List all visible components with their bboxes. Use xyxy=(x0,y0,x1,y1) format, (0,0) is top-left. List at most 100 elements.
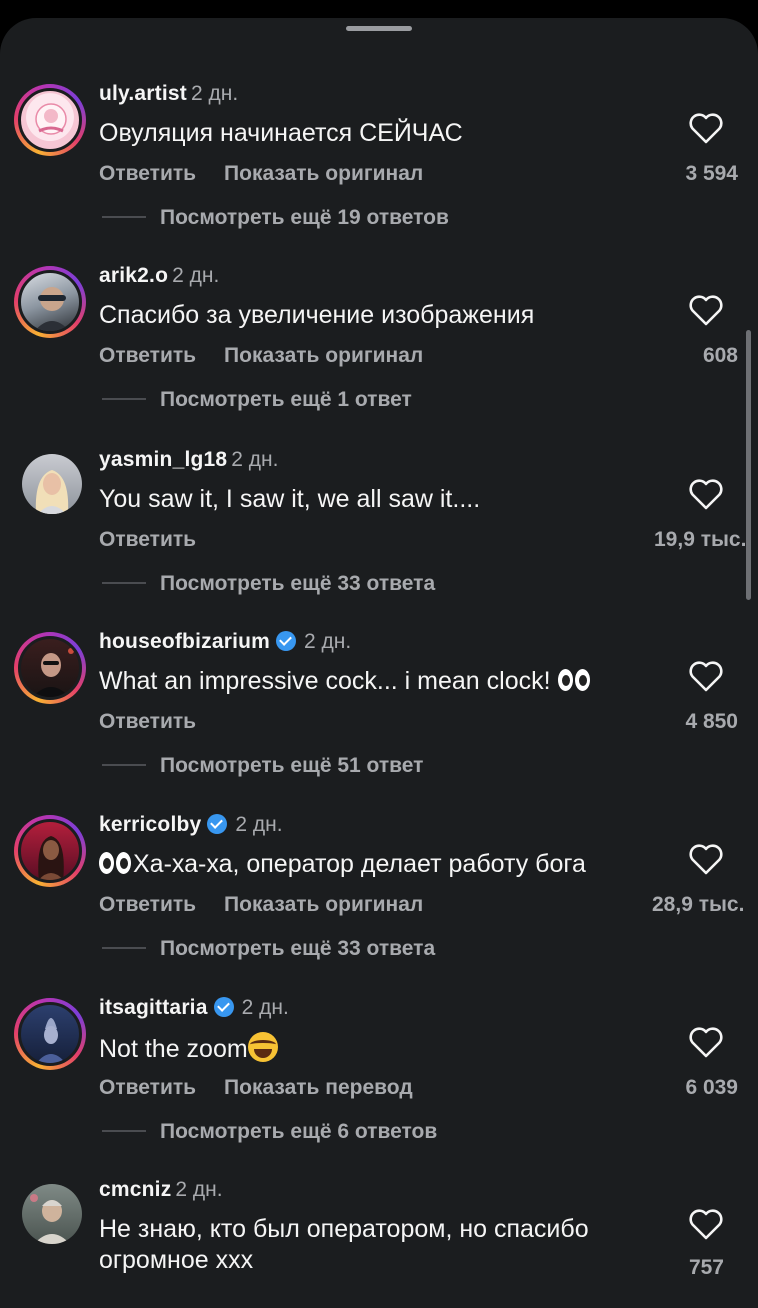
crying-emoji-icon xyxy=(247,1032,278,1062)
eyes-emoji-icon xyxy=(99,852,133,874)
scrollbar[interactable] xyxy=(746,330,751,600)
timestamp: 2 дн. xyxy=(304,630,352,653)
comment-text: Не знаю, кто был оператором, но спасибо … xyxy=(99,1215,589,1274)
verified-badge-icon xyxy=(207,814,228,834)
reply-button[interactable]: Ответить xyxy=(99,344,196,367)
comment-meta: arik2.o 2 дн. xyxy=(99,264,219,288)
heart-icon[interactable] xyxy=(688,294,724,326)
comment-text: What an impressive cock... i mean clock! xyxy=(99,666,659,697)
eyes-emoji-icon xyxy=(557,669,592,691)
avatar-photo xyxy=(38,836,64,880)
timestamp: 2 дн. xyxy=(241,996,289,1019)
like-count: 6 039 xyxy=(685,1076,738,1099)
view-replies-button[interactable]: Посмотреть ещё 6 ответов xyxy=(102,1120,437,1144)
heart-icon[interactable] xyxy=(688,1026,724,1058)
verified-badge-icon xyxy=(276,631,297,651)
avatar-photo xyxy=(34,287,70,331)
avatar[interactable] xyxy=(14,998,86,1070)
timestamp: 2 дн. xyxy=(172,264,220,287)
show-original-button[interactable]: Показать оригинал xyxy=(224,344,423,367)
comment-text: Овуляция начинается СЕЙЧАС xyxy=(99,119,463,147)
heart-icon[interactable] xyxy=(688,478,724,510)
drag-handle[interactable] xyxy=(346,26,412,31)
replies-divider xyxy=(102,1130,146,1132)
replies-divider xyxy=(102,947,146,949)
replies-divider xyxy=(102,764,146,766)
timestamp: 2 дн. xyxy=(235,813,283,836)
avatar[interactable] xyxy=(14,815,86,887)
comment-text: You saw it, I saw it, we all saw it.... xyxy=(99,485,481,513)
avatar[interactable] xyxy=(14,266,86,338)
show-original-button[interactable]: Показать оригинал xyxy=(224,893,423,916)
comment-meta: uly.artist 2 дн. xyxy=(99,82,238,106)
avatar[interactable] xyxy=(14,632,86,704)
avatar[interactable] xyxy=(14,84,86,156)
like-count: 4 850 xyxy=(685,710,738,733)
like-count: 608 xyxy=(702,344,738,367)
comment-actions: Ответить Показать оригинал xyxy=(99,344,451,368)
view-replies-button[interactable]: Посмотреть ещё 51 ответ xyxy=(102,754,423,778)
username[interactable]: cmcniz xyxy=(99,1178,171,1201)
comment-text: Not the zoom xyxy=(99,1032,659,1065)
comment-meta: houseofbizarium 2 дн. xyxy=(99,630,351,654)
replies-divider xyxy=(102,582,146,584)
avatar-photo xyxy=(35,470,69,514)
verified-badge-icon xyxy=(213,997,234,1017)
view-replies-button[interactable]: Посмотреть ещё 19 ответов xyxy=(102,206,449,230)
username[interactable]: yasmin_lg18 xyxy=(99,448,227,471)
comment-text-content: Ха-ха-ха, оператор делает работу бога xyxy=(133,850,586,878)
reply-button[interactable]: Ответить xyxy=(99,162,196,185)
show-original-button[interactable]: Показать оригинал xyxy=(224,162,423,185)
avatar-photo xyxy=(36,1018,66,1063)
view-replies-label: Посмотреть ещё 6 ответов xyxy=(160,1120,438,1143)
comment-meta: cmcniz 2 дн. xyxy=(99,1178,223,1202)
timestamp: 2 дн. xyxy=(190,82,239,105)
avatar[interactable] xyxy=(22,454,82,514)
username[interactable]: arik2.o xyxy=(99,264,168,287)
username[interactable]: houseofbizarium xyxy=(99,630,270,653)
comment-text: Спасибо за увеличение изображения xyxy=(99,301,535,329)
heart-icon[interactable] xyxy=(688,112,724,144)
avatar-photo xyxy=(32,648,74,697)
view-replies-button[interactable]: Посмотреть ещё 33 ответа xyxy=(102,572,435,596)
view-replies-label: Посмотреть ещё 1 ответ xyxy=(160,388,412,411)
view-replies-label: Посмотреть ещё 19 ответов xyxy=(160,206,449,229)
view-replies-button[interactable]: Посмотреть ещё 1 ответ xyxy=(102,388,412,412)
timestamp: 2 дн. xyxy=(231,448,279,471)
reply-button[interactable]: Ответить xyxy=(99,528,196,551)
comment-actions: Ответить xyxy=(99,710,224,734)
comment-actions: Ответить Показать оригинал xyxy=(99,893,451,917)
replies-divider xyxy=(102,398,146,400)
uly-studio-logo xyxy=(35,103,67,135)
avatar[interactable] xyxy=(22,1184,82,1244)
username[interactable]: uly.artist xyxy=(99,82,187,105)
show-translation-button[interactable]: Показать перевод xyxy=(224,1076,413,1099)
view-replies-label: Посмотреть ещё 51 ответ xyxy=(160,754,424,777)
view-replies-button[interactable]: Посмотреть ещё 33 ответа xyxy=(102,937,435,961)
reply-button[interactable]: Ответить xyxy=(99,1076,196,1099)
comment-actions: Ответить xyxy=(99,528,224,552)
heart-icon[interactable] xyxy=(688,1208,724,1240)
like-count: 3 594 xyxy=(685,162,738,185)
reply-button[interactable]: Ответить xyxy=(99,893,196,916)
comment-text-content: Not the zoom xyxy=(99,1035,248,1063)
like-count: 28,9 тыс. xyxy=(652,893,745,916)
comment-text: Ха-ха-ха, оператор делает работу бога xyxy=(99,849,659,880)
like-count: 757 xyxy=(688,1256,724,1279)
avatar-photo xyxy=(30,1194,70,1244)
like-count: 19,9 тыс. xyxy=(654,528,747,551)
comment-actions: Ответить Показать оригинал xyxy=(99,162,451,186)
heart-icon[interactable] xyxy=(688,660,724,692)
username[interactable]: kerricolby xyxy=(99,813,201,836)
timestamp: 2 дн. xyxy=(175,1178,223,1201)
comment-text-content: What an impressive cock... i mean clock! xyxy=(99,667,551,695)
view-replies-label: Посмотреть ещё 33 ответа xyxy=(160,937,436,960)
comment-meta: yasmin_lg18 2 дн. xyxy=(99,448,278,472)
reply-button[interactable]: Ответить xyxy=(99,710,196,733)
view-replies-label: Посмотреть ещё 33 ответа xyxy=(160,572,436,595)
comment-meta: kerricolby 2 дн. xyxy=(99,813,283,837)
username[interactable]: itsagittaria xyxy=(99,996,208,1019)
comment-meta: itsagittaria 2 дн. xyxy=(99,996,289,1020)
heart-icon[interactable] xyxy=(688,843,724,875)
comment-actions: Ответить Показать перевод xyxy=(99,1076,441,1100)
